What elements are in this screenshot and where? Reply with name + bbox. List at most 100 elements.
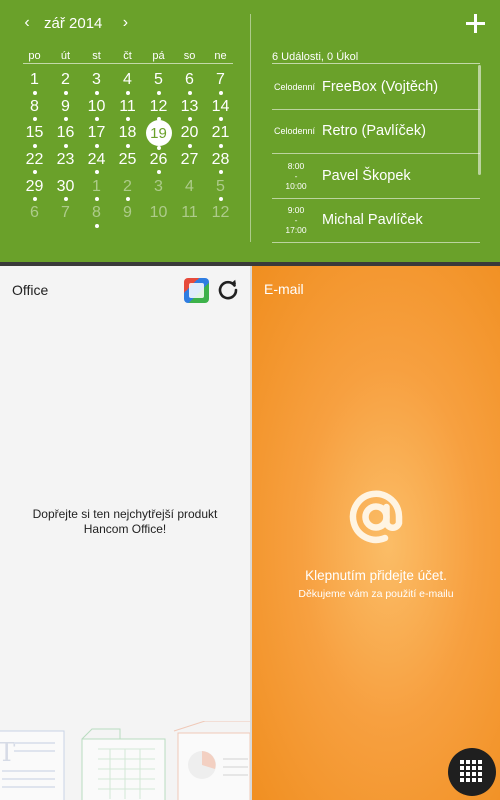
day-cell[interactable]: 27 bbox=[174, 147, 205, 174]
day-cell[interactable]: 23 bbox=[50, 147, 81, 174]
day-cell[interactable]: 12 bbox=[205, 200, 236, 227]
at-sign-icon bbox=[349, 490, 403, 544]
day-number: 12 bbox=[211, 204, 230, 222]
day-cell[interactable]: 16 bbox=[50, 120, 81, 148]
day-number: 1 bbox=[30, 71, 39, 89]
refresh-icon[interactable] bbox=[217, 279, 239, 301]
day-cell[interactable]: 30 bbox=[50, 173, 81, 201]
day-cell[interactable]: 25 bbox=[112, 147, 143, 174]
add-account-text[interactable]: Klepnutím přidejte účet. bbox=[252, 568, 500, 583]
event-summary: 6 Události, 0 Úkol bbox=[272, 51, 359, 63]
month-label[interactable]: zář 2014 bbox=[44, 15, 102, 32]
day-cell[interactable]: 24 bbox=[81, 147, 112, 175]
day-number: 14 bbox=[211, 97, 230, 115]
day-cell[interactable]: 13 bbox=[174, 94, 205, 122]
hancom-office-icon[interactable] bbox=[184, 278, 209, 303]
day-number: 7 bbox=[61, 204, 70, 222]
day-cell[interactable]: 15 bbox=[19, 120, 50, 148]
day-cell[interactable]: 11 bbox=[174, 200, 205, 227]
day-cell[interactable]: 12 bbox=[143, 94, 174, 122]
office-widget[interactable]: Office Dopřejte si ten nejchytřejší prod… bbox=[0, 266, 250, 800]
day-number: 12 bbox=[149, 97, 168, 115]
day-number: 8 bbox=[92, 204, 101, 222]
day-cell[interactable]: 3 bbox=[143, 173, 174, 200]
day-cell[interactable]: 21 bbox=[205, 120, 236, 148]
svg-text:T: T bbox=[0, 738, 16, 768]
office-promo-message: Dopřejte si ten nejchytřejší produkt Han… bbox=[10, 507, 240, 537]
day-cell[interactable]: 2 bbox=[50, 67, 81, 95]
event-time-start: 8:00 bbox=[287, 160, 305, 171]
event-time: Celodenní bbox=[274, 126, 316, 137]
day-cell[interactable]: 9 bbox=[50, 94, 81, 122]
calendar-divider bbox=[250, 14, 251, 242]
day-cell[interactable]: 2 bbox=[112, 173, 143, 201]
event-item[interactable]: 9:00-17:00 Michal Pavlíček bbox=[272, 199, 480, 243]
day-cell[interactable]: 18 bbox=[112, 120, 143, 148]
next-month-icon[interactable]: › bbox=[116, 13, 134, 33]
day-cell[interactable]: 8 bbox=[19, 94, 50, 122]
day-number: 11 bbox=[181, 204, 198, 222]
apps-button[interactable] bbox=[448, 748, 496, 796]
event-item[interactable]: Celodenní Retro (Pavlíček) bbox=[272, 110, 480, 154]
day-cell[interactable]: 14 bbox=[205, 94, 236, 122]
day-cell[interactable]: 26 bbox=[143, 147, 174, 175]
day-cell-today[interactable]: 19 bbox=[143, 120, 174, 150]
day-number: 5 bbox=[216, 177, 225, 195]
day-cell[interactable]: 5 bbox=[205, 173, 236, 201]
day-cell[interactable]: 6 bbox=[19, 200, 50, 227]
event-title: Michal Pavlíček bbox=[322, 212, 423, 229]
day-number: 16 bbox=[56, 124, 75, 142]
day-cell[interactable]: 5 bbox=[143, 67, 174, 95]
day-number: 3 bbox=[92, 71, 101, 89]
day-cell[interactable]: 7 bbox=[50, 200, 81, 227]
day-cell[interactable]: 4 bbox=[174, 173, 205, 200]
day-cell[interactable]: 6 bbox=[174, 67, 205, 95]
day-number: 4 bbox=[185, 177, 194, 195]
event-item[interactable]: 8:00-10:00 Pavel Škopek bbox=[272, 154, 480, 199]
day-cell[interactable]: 10 bbox=[143, 200, 174, 227]
day-cell[interactable]: 10 bbox=[81, 94, 112, 122]
email-widget[interactable]: E-mail Klepnutím přidejte účet. Děkujeme… bbox=[252, 266, 500, 800]
day-cell[interactable]: 1 bbox=[19, 67, 50, 95]
email-thanks-text: Děkujeme vám za použití e-mailu bbox=[298, 588, 454, 600]
day-cell[interactable]: 8 bbox=[81, 200, 112, 228]
event-time-end: 17:00 bbox=[285, 225, 307, 236]
prev-month-icon[interactable]: ‹ bbox=[18, 13, 36, 33]
month-view: ‹ zář 2014 › po út st čt pá so ne 1 2 3 4 5 6 7 8 9 10 1… bbox=[0, 0, 250, 262]
event-time-sep: - bbox=[294, 170, 298, 181]
day-cell[interactable]: 9 bbox=[112, 200, 143, 227]
day-number: 1 bbox=[92, 177, 101, 195]
event-item[interactable]: Celodenní FreeBox (Vojtěch) bbox=[272, 65, 480, 110]
office-title: Office bbox=[12, 282, 49, 298]
weekday-label: so bbox=[183, 50, 196, 62]
day-cell[interactable]: 3 bbox=[81, 67, 112, 95]
day-number: 6 bbox=[185, 71, 194, 89]
add-event-button[interactable] bbox=[462, 10, 488, 36]
day-cell[interactable]: 28 bbox=[205, 147, 236, 175]
day-number: 18 bbox=[118, 124, 137, 142]
day-number: 5 bbox=[154, 71, 163, 89]
day-cell[interactable]: 17 bbox=[81, 120, 112, 148]
agenda-scrollbar[interactable] bbox=[478, 65, 481, 175]
day-cell[interactable]: 1 bbox=[81, 173, 112, 201]
day-number: 8 bbox=[30, 97, 39, 115]
day-cell[interactable]: 7 bbox=[205, 67, 236, 95]
event-list: Celodenní FreeBox (Vojtěch) Celodenní Retro… bbox=[272, 65, 480, 243]
day-number: 27 bbox=[180, 151, 199, 169]
day-number: 3 bbox=[154, 177, 163, 195]
day-cell[interactable]: 11 bbox=[112, 94, 143, 122]
day-number: 29 bbox=[25, 177, 44, 195]
weekday-header: po út st čt pá so ne bbox=[19, 50, 237, 62]
day-number: 4 bbox=[123, 71, 132, 89]
day-number: 13 bbox=[180, 97, 199, 115]
day-cell[interactable]: 4 bbox=[112, 67, 143, 95]
day-number: 9 bbox=[123, 204, 132, 222]
day-cell[interactable]: 22 bbox=[19, 147, 50, 175]
day-cell[interactable]: 20 bbox=[174, 120, 205, 148]
event-title: FreeBox (Vojtěch) bbox=[322, 78, 439, 95]
day-number: 28 bbox=[211, 151, 230, 169]
weekday-label: čt bbox=[123, 50, 132, 62]
weekday-label: st bbox=[92, 50, 101, 62]
event-title: Retro (Pavlíček) bbox=[322, 123, 426, 140]
day-cell[interactable]: 29 bbox=[19, 173, 50, 201]
